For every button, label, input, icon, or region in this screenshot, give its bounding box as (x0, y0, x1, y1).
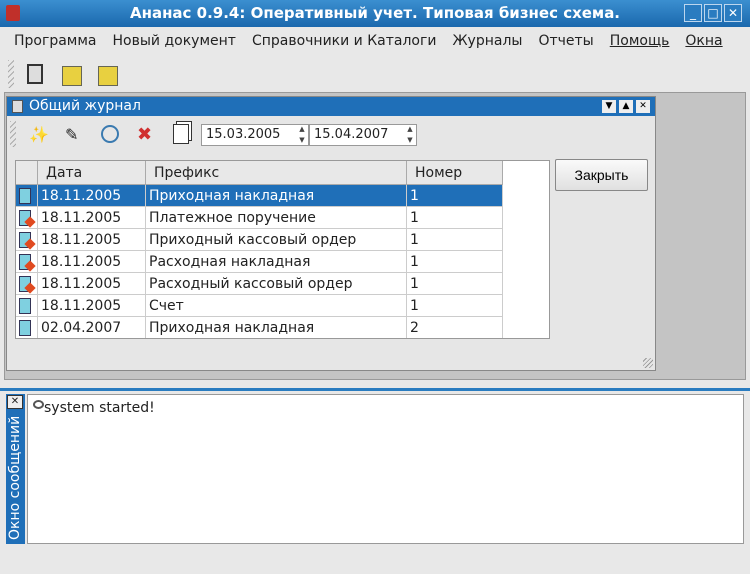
cell-number: 2 (407, 317, 503, 338)
cell-number: 1 (407, 251, 503, 273)
menubar: Программа Новый документ Справочники и К… (0, 28, 750, 54)
cell-number: 1 (407, 207, 503, 229)
journal-minimize-button[interactable]: ▼ (602, 100, 616, 113)
journal-toolbar-grip[interactable] (10, 121, 16, 147)
date-from-input[interactable]: 15.03.2005 (201, 124, 309, 146)
window-title: Ананас 0.9.4: Оперативный учет. Типовая … (129, 4, 621, 22)
messages-area: system started! (27, 394, 744, 544)
menu-journals[interactable]: Журналы (444, 28, 530, 54)
messages-title: Окно сообщений (7, 415, 23, 540)
table-row[interactable]: 18.11.2005 Платежное поручение 1 (16, 207, 503, 229)
folder-icon[interactable] (98, 66, 118, 86)
table-row[interactable]: 18.11.2005 Расходная накладная 1 (16, 251, 503, 273)
header-icon-column (16, 161, 38, 185)
cell-date: 18.11.2005 (38, 229, 146, 251)
message-bubble-icon (33, 400, 44, 409)
view-magnifier-icon[interactable] (101, 125, 119, 143)
row-icon-cell (16, 273, 38, 295)
row-icon-cell (16, 207, 38, 229)
cell-date: 18.11.2005 (38, 273, 146, 295)
cell-prefix: Расходная накладная (146, 251, 407, 273)
new-document-wand-icon[interactable]: ✨ (29, 125, 49, 144)
cell-prefix: Приходная накладная (146, 317, 407, 338)
cell-date: 18.11.2005 (38, 185, 146, 207)
document-edit-icon (19, 210, 31, 226)
cell-number: 1 (407, 295, 503, 317)
resize-grip[interactable] (643, 358, 653, 368)
row-icon-cell (16, 229, 38, 251)
journal-window-icon (12, 100, 23, 113)
cell-prefix: Расходный кассовый ордер (146, 273, 407, 295)
menu-help[interactable]: Помощь (602, 28, 678, 54)
journal-maximize-button[interactable]: ▲ (619, 100, 633, 113)
app-icon[interactable] (6, 5, 20, 21)
header-date[interactable]: Дата (38, 161, 146, 185)
date-from-spinner[interactable]: ▲ ▼ (297, 124, 307, 146)
copy-icon[interactable] (173, 124, 189, 144)
folder-icon[interactable] (62, 66, 82, 86)
document-edit-icon (19, 254, 31, 270)
journal-titlebar: Общий журнал (7, 97, 655, 116)
edit-pencil-icon[interactable]: ✎ (65, 125, 83, 144)
document-icon (19, 298, 31, 314)
menu-windows[interactable]: Окна (677, 28, 730, 54)
date-to-spinner[interactable]: ▲ ▼ (405, 124, 415, 146)
message-line: system started! (44, 400, 155, 416)
cell-prefix: Приходный кассовый ордер (146, 229, 407, 251)
table-row[interactable]: 18.11.2005 Счет 1 (16, 295, 503, 317)
journal-close-button[interactable]: ✕ (636, 100, 650, 113)
table-row[interactable]: 18.11.2005 Расходный кассовый ордер 1 (16, 273, 503, 295)
minimize-button[interactable]: _ (684, 4, 702, 22)
document-edit-icon (19, 276, 31, 292)
menu-program[interactable]: Программа (6, 28, 105, 54)
splitter[interactable] (0, 388, 750, 391)
journal-table: Дата Префикс Номер 18.11.2005 Приходная … (15, 160, 550, 339)
delete-icon[interactable]: ✖ (137, 124, 152, 145)
table-row[interactable]: 18.11.2005 Приходный кассовый ордер 1 (16, 229, 503, 251)
maximize-button[interactable]: □ (704, 4, 722, 22)
main-toolbar (0, 56, 750, 92)
cell-number: 1 (407, 273, 503, 295)
menu-new-document[interactable]: Новый документ (105, 28, 244, 54)
menu-catalogs[interactable]: Справочники и Каталоги (244, 28, 445, 54)
document-edit-icon (19, 232, 31, 248)
document-icon (19, 320, 31, 336)
table-row[interactable]: 18.11.2005 Приходная накладная 1 (16, 185, 503, 207)
cell-date: 18.11.2005 (38, 251, 146, 273)
cell-prefix: Приходная накладная (146, 185, 407, 207)
cell-number: 1 (407, 229, 503, 251)
toolbar-grip[interactable] (8, 60, 14, 88)
cell-number: 1 (407, 185, 503, 207)
close-window-button[interactable]: ✕ (724, 4, 742, 22)
journal-icon[interactable] (27, 64, 43, 84)
cell-prefix: Счет (146, 295, 407, 317)
cell-prefix: Платежное поручение (146, 207, 407, 229)
row-icon-cell (16, 317, 38, 338)
document-icon (19, 188, 31, 204)
header-number[interactable]: Номер (407, 161, 503, 185)
header-prefix[interactable]: Префикс (146, 161, 407, 185)
row-icon-cell (16, 185, 38, 207)
date-to-input[interactable]: 15.04.2007 (309, 124, 417, 146)
journal-window: Общий журнал ▼ ▲ ✕ ✨ ✎ ✖ 15.03.2005 ▲ ▼ 1… (6, 96, 656, 371)
table-row[interactable]: 02.04.2007 Приходная накладная 2 (16, 317, 503, 338)
menu-reports[interactable]: Отчеты (530, 28, 601, 54)
window-titlebar: Ананас 0.9.4: Оперативный учет. Типовая … (0, 0, 750, 27)
cell-date: 02.04.2007 (38, 317, 146, 338)
cell-date: 18.11.2005 (38, 295, 146, 317)
close-journal-button[interactable]: Закрыть (555, 159, 648, 191)
row-icon-cell (16, 295, 38, 317)
messages-close-button[interactable]: ✕ (7, 395, 23, 409)
cell-date: 18.11.2005 (38, 207, 146, 229)
journal-title: Общий журнал (29, 98, 141, 114)
row-icon-cell (16, 251, 38, 273)
